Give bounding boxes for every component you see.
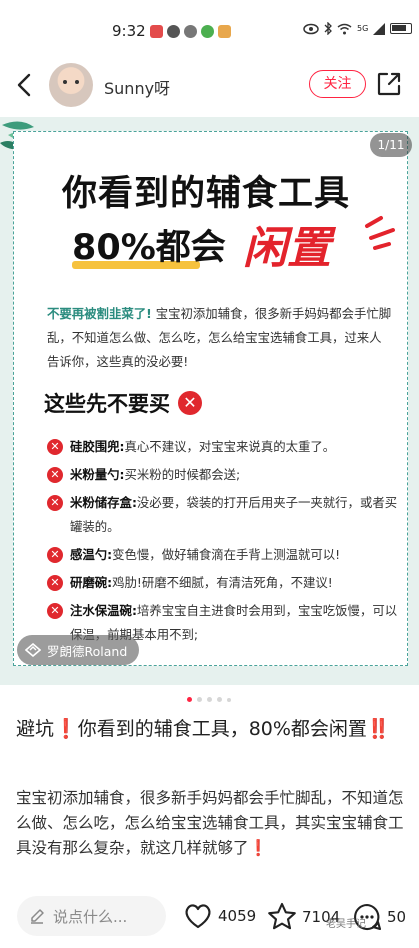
bottom-action-bar: 说点什么... 4059 7104 50 老吴手记 bbox=[0, 888, 419, 948]
section-title: 这些先不要买 ✕ bbox=[44, 388, 202, 418]
list-item: ✕ 硅胶围兜:真心不建议，对宝宝来说真的太重了。 bbox=[47, 435, 399, 459]
image-watermark: 罗朗德Roland bbox=[17, 635, 140, 665]
sync-icon bbox=[184, 25, 197, 38]
item-name: 注水保温碗: bbox=[70, 603, 137, 618]
image-title-line1: 你看到的辅食工具 bbox=[62, 174, 351, 214]
comment-input[interactable]: 说点什么... bbox=[17, 896, 166, 936]
item-list: ✕ 硅胶围兜:真心不建议，对宝宝来说真的太重了。 ✕ 米粉量勺:买米粉的时候都会… bbox=[47, 435, 399, 651]
status-time: 9:32 bbox=[112, 22, 146, 40]
red-x-icon: ✕ bbox=[47, 495, 63, 511]
status-right: 5G bbox=[303, 22, 413, 35]
wifi-icon bbox=[337, 23, 352, 34]
pencil-icon bbox=[31, 909, 44, 924]
post-header: Sunny呀 关注 bbox=[0, 55, 419, 115]
list-item: ✕ 研磨碗:鸡肋!研磨不细腻，有清洁死角，不建议! bbox=[47, 571, 399, 595]
item-text: 变色慢，做好辅食滴在手背上测温就可以! bbox=[112, 547, 341, 562]
status-bar: 9:32 5G bbox=[0, 0, 419, 52]
double-exclamation-icon: ‼️ bbox=[366, 718, 391, 740]
comment-placeholder: 说点什么... bbox=[53, 907, 128, 926]
post-title: 避坑❗你看到的辅食工具，80%都会闲置‼️ bbox=[16, 714, 401, 744]
red-x-icon: ✕ bbox=[47, 439, 63, 455]
red-x-icon: ✕ bbox=[47, 467, 63, 483]
post-body: 宝宝初添加辅食，很多新手妈妈都会手忙脚乱，不知道怎么做、怎么吃，怎么给宝宝选辅食… bbox=[16, 786, 406, 861]
item-text: 鸡肋!研磨不细腻，有清洁死角，不建议! bbox=[112, 575, 333, 590]
bluetooth-icon bbox=[324, 22, 332, 35]
signal-label: 5G bbox=[357, 24, 369, 33]
wechat-icon bbox=[167, 25, 180, 38]
image-title-line2: 80%都会 bbox=[72, 228, 226, 268]
star-icon bbox=[268, 902, 296, 930]
carousel-dot bbox=[217, 697, 222, 702]
item-name: 硅胶围兜: bbox=[70, 439, 125, 454]
game-app-icon bbox=[218, 25, 231, 38]
list-item: ✕ 米粉储存盒:没必要，袋装的打开后用夹子一夹就行，或者买罐装的。 bbox=[47, 491, 399, 539]
share-icon[interactable] bbox=[376, 71, 402, 97]
item-text: 买米粉的时候都会送; bbox=[124, 467, 241, 482]
app-notification-icon bbox=[150, 25, 163, 38]
notification-icons bbox=[150, 25, 231, 38]
follow-button[interactable]: 关注 bbox=[309, 70, 366, 98]
page-counter: 1/11 bbox=[370, 133, 412, 157]
carousel-dot bbox=[227, 697, 231, 702]
red-x-icon: ✕ bbox=[47, 575, 63, 591]
recycle-icon bbox=[201, 25, 214, 38]
emphasis-burst-icon bbox=[365, 216, 395, 250]
back-arrow-icon[interactable] bbox=[10, 70, 40, 100]
eye-icon bbox=[303, 23, 319, 34]
image-intro: 不要再被割韭菜了! 宝宝初添加辅食，很多新手妈妈都会手忙脚乱，不知道怎么做、怎么… bbox=[47, 302, 392, 374]
wechat-watermark: 老吴手记 bbox=[326, 919, 366, 930]
carousel-dot bbox=[197, 697, 202, 702]
title-text: 你看到的辅食工具，80%都会闲置 bbox=[77, 718, 367, 740]
carousel-indicator bbox=[187, 697, 231, 702]
image-title-red: 闲置 bbox=[243, 223, 331, 274]
exclamation-icon: ❗ bbox=[248, 839, 268, 857]
carousel-dot-active bbox=[187, 697, 192, 702]
item-text: 真心不建议，对宝宝来说真的太重了。 bbox=[124, 439, 336, 454]
intro-highlight: 不要再被割韭菜了! bbox=[47, 306, 152, 321]
list-item: ✕ 感温勺:变色慢，做好辅食滴在手背上测温就可以! bbox=[47, 543, 399, 567]
red-x-icon: ✕ bbox=[178, 391, 202, 415]
brand-logo-icon bbox=[25, 643, 41, 657]
list-item: ✕ 米粉量勺:买米粉的时候都会送; bbox=[47, 463, 399, 487]
body-text: 宝宝初添加辅食，很多新手妈妈都会手忙脚乱，不知道怎么做、怎么吃，怎么给宝宝选辅食… bbox=[16, 789, 404, 857]
like-button[interactable]: 4059 bbox=[183, 902, 256, 930]
author-avatar[interactable] bbox=[49, 63, 93, 107]
like-count: 4059 bbox=[218, 907, 257, 925]
post-image-carousel[interactable]: 你看到的辅食工具 80%都会 闲置 不要再被割韭菜了! 宝宝初添加辅食，很多新手… bbox=[0, 117, 419, 685]
carousel-dot bbox=[207, 697, 212, 702]
heart-icon bbox=[185, 904, 211, 929]
author-name[interactable]: Sunny呀 bbox=[104, 75, 170, 99]
item-name: 米粉储存盒: bbox=[70, 495, 137, 510]
item-name: 感温勺: bbox=[70, 547, 113, 562]
red-x-icon: ✕ bbox=[47, 603, 63, 619]
exclamation-icon: ❗ bbox=[54, 718, 78, 740]
red-x-icon: ✕ bbox=[47, 547, 63, 563]
image-card: 你看到的辅食工具 80%都会 闲置 不要再被割韭菜了! 宝宝初添加辅食，很多新手… bbox=[13, 131, 408, 666]
signal-icon bbox=[373, 22, 386, 35]
watermark-text: 罗朗德Roland bbox=[47, 643, 128, 659]
comment-count: 50 bbox=[387, 908, 407, 926]
battery-icon bbox=[390, 23, 413, 34]
item-name: 米粉量勺: bbox=[70, 467, 125, 482]
section-title-text: 这些先不要买 bbox=[44, 392, 170, 416]
item-name: 研磨碗: bbox=[70, 575, 113, 590]
title-prefix: 避坑 bbox=[16, 718, 55, 740]
